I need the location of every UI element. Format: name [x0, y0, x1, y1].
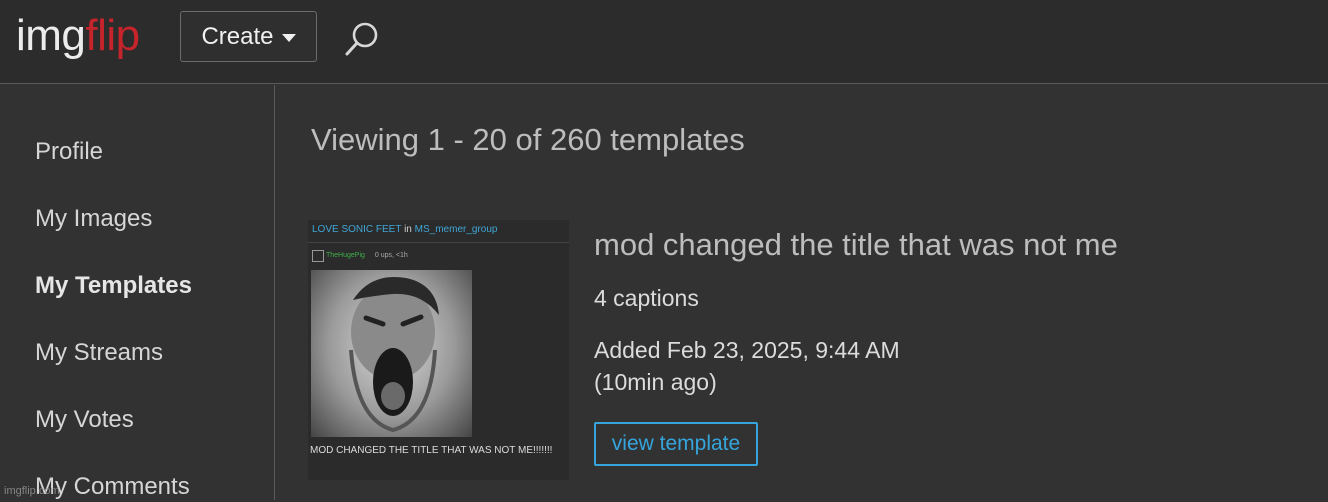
create-dropdown-button[interactable]: Create — [180, 11, 317, 62]
template-added-date: Added Feb 23, 2025, 9:44 AM — [594, 337, 900, 363]
template-added-ago: (10min ago) — [594, 369, 717, 395]
thumbnail-post-title-text: LOVE SONIC FEET — [312, 224, 402, 235]
logo-flip-text: flip — [85, 11, 140, 60]
thumbnail-meta: 0 ups, <1h — [374, 252, 408, 259]
sidebar-item-profile[interactable]: Profile — [35, 137, 103, 167]
search-icon — [345, 22, 378, 56]
template-thumbnail[interactable]: LOVE SONIC FEET in MS_memer_group TheHug… — [308, 220, 569, 480]
thumbnail-caption: MOD CHANGED THE TITLE THAT WAS NOT ME!!!… — [310, 445, 553, 456]
template-captions-count: 4 captions — [594, 285, 699, 311]
sidebar-item-my-templates[interactable]: My Templates — [35, 271, 192, 301]
caret-down-icon — [281, 33, 296, 42]
viewing-count: Viewing 1 - 20 of 260 templates — [311, 122, 745, 157]
imgflip-watermark: imgflip.com — [4, 485, 60, 497]
sidebar-item-my-images[interactable]: My Images — [35, 204, 152, 234]
template-title-link[interactable]: mod changed the title that was not me — [594, 226, 1118, 264]
thumbnail-in-word: in — [404, 224, 412, 235]
user-avatar-icon — [312, 250, 324, 262]
logo-img-text: img — [16, 11, 86, 60]
thumbnail-user-line: TheHugePig 0 ups, <1h — [326, 252, 408, 259]
create-label: Create — [201, 22, 274, 50]
thumbnail-username: TheHugePig — [326, 252, 365, 259]
imgflip-logo[interactable]: imgflip — [16, 8, 140, 64]
sidebar-item-my-streams[interactable]: My Streams — [35, 338, 163, 368]
thumbnail-post-title: LOVE SONIC FEET in MS_memer_group — [312, 224, 497, 235]
face-illustration — [349, 276, 439, 433]
user-sidebar: Profile My Images My Templates My Stream… — [0, 85, 275, 500]
screaming-face-photo — [311, 270, 472, 437]
sidebar-item-my-votes[interactable]: My Votes — [35, 405, 134, 435]
thumbnail-divider — [308, 242, 569, 243]
thumbnail-stream-name: MS_memer_group — [414, 224, 498, 235]
view-template-button[interactable]: view template — [594, 422, 758, 466]
search-button[interactable] — [342, 18, 384, 60]
top-navbar: imgflip Create — [0, 0, 1328, 84]
